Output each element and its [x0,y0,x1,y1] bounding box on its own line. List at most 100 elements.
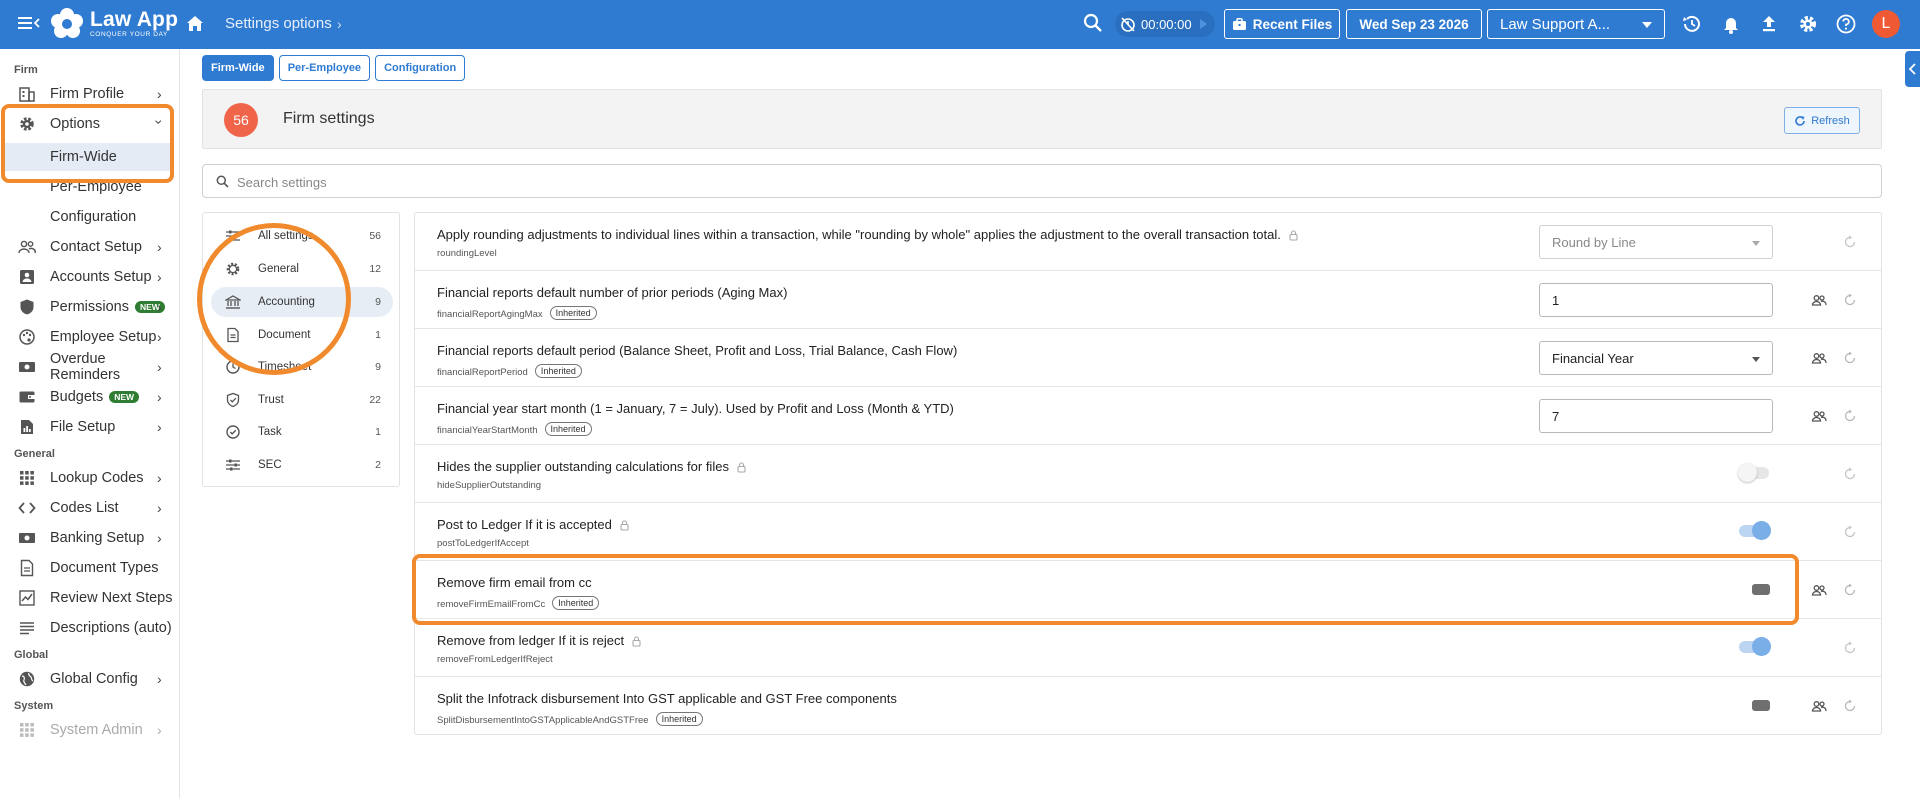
chevron-right-icon: › [157,419,162,435]
people-icon [18,240,36,254]
sidebar-item-accounts-setup[interactable]: Accounts Setup › [0,263,176,291]
people-icon[interactable] [1811,292,1827,308]
people-icon[interactable] [1811,582,1827,598]
sidebar-item-overdue-reminders[interactable]: Overdue Reminders › [0,351,176,383]
section-system: System [14,700,54,712]
sidebar-item-document-types[interactable]: Document Types [0,554,176,582]
chart-icon [19,590,35,606]
people-icon[interactable] [1811,350,1827,366]
list-icon [20,622,34,635]
app-logo[interactable]: Law App CONQUER YOUR DAY [50,6,178,42]
tab-configuration[interactable]: Configuration [375,55,466,81]
search-settings [202,164,1882,198]
help-icon[interactable] [1835,13,1857,35]
collapse-panel-tab[interactable] [1905,51,1920,87]
highlight-accounting-circle [197,223,351,375]
reset-icon[interactable] [1842,698,1858,714]
sidebar-item-codes-list[interactable]: Codes List › [0,494,176,522]
play-icon[interactable] [1200,19,1207,29]
reset-icon [1844,467,1856,480]
grid-icon [20,471,34,485]
refresh-icon [1795,115,1806,126]
app-title: Law App [90,8,179,32]
tab-per-employee[interactable]: Per-Employee [278,55,371,81]
report-period-select[interactable]: Financial Year [1539,341,1773,375]
people-icon[interactable] [1811,408,1827,424]
setting-key: financialYearStartMonth [437,425,538,436]
home-icon[interactable] [184,13,206,35]
setting-title: Apply rounding adjustments to individual… [437,227,1281,242]
setting-title: Post to Ledger If it is accepted [437,517,612,532]
globe-icon [19,671,35,687]
sidebar-item-file-setup[interactable]: File Setup › [0,413,176,441]
sidebar-item-system-admin[interactable]: System Admin › [0,716,176,744]
bell-icon[interactable] [1720,13,1742,35]
sidebar-item-employee-setup[interactable]: Employee Setup › [0,323,176,351]
sidebar-subitem-configuration[interactable]: Configuration [5,203,170,231]
reset-icon[interactable] [1842,292,1858,308]
upload-icon[interactable] [1758,13,1780,35]
remove-from-ledger-toggle [1739,637,1771,656]
people-icon[interactable] [1811,698,1827,714]
split-disbursement-toggle[interactable] [1752,700,1770,711]
recent-files-button[interactable]: Recent Files [1224,9,1340,39]
aging-max-input[interactable]: 1 [1539,283,1773,317]
gear-icon[interactable] [1797,13,1819,35]
breadcrumb-chevron-icon: › [337,16,342,32]
role-select[interactable]: Law Support A... [1487,9,1665,39]
setting-key: removeFromLedgerIfReject [437,654,553,665]
search-input[interactable] [237,172,837,192]
chevron-right-icon: › [157,269,162,285]
timer-widget[interactable]: 00:00:00 [1115,11,1215,37]
firm-settings-header: 56 Firm settings Refresh [202,89,1882,149]
reset-icon [1844,641,1856,654]
reset-icon[interactable] [1842,350,1858,366]
settings-tabs: Firm-Wide Per-Employee Configuration [202,55,466,81]
year-start-month-input[interactable]: 7 [1539,399,1773,433]
sidebar-item-banking-setup[interactable]: Banking Setup › [0,524,176,552]
setting-key: SplitDisbursementIntoGSTApplicableAndGST… [437,715,649,726]
wallet-icon [19,391,35,403]
chevron-right-icon: › [157,86,162,102]
setting-row: Financial reports default period (Balanc… [415,329,1881,387]
chevron-right-icon: › [157,530,162,546]
chevron-right-icon: › [157,389,162,405]
lock-icon [1289,230,1298,241]
reset-icon[interactable] [1842,408,1858,424]
timer-value: 00:00:00 [1141,16,1192,32]
setting-title: Financial reports default period (Balanc… [437,343,958,358]
setting-key: financialReportAgingMax [437,309,543,320]
category-sec[interactable]: SEC 2 [211,450,393,480]
tab-firm-wide[interactable]: Firm-Wide [202,55,274,81]
setting-row: Split the Infotrack disbursement Into GS… [415,677,1881,735]
chevron-right-icon: › [157,329,162,345]
shield-icon [20,299,34,315]
search-icon[interactable] [1082,12,1104,34]
setting-title: Financial reports default number of prio… [437,285,788,300]
shield-check-icon [226,392,240,408]
menu-toggle-icon[interactable] [18,14,40,32]
date-button[interactable]: Wed Sep 23 2026 [1346,9,1482,39]
user-avatar[interactable]: L [1872,10,1900,38]
sidebar-item-permissions[interactable]: Permissions NEW › [0,293,176,321]
money-icon [19,533,35,543]
code-icon [18,502,36,514]
chevron-down-icon [1752,357,1760,362]
sidebar-item-lookup-codes[interactable]: Lookup Codes › [0,464,176,492]
history-icon[interactable] [1681,13,1703,35]
reset-icon [1844,235,1856,248]
app-tagline: CONQUER YOUR DAY [90,31,168,39]
sidebar-item-descriptions-auto[interactable]: Descriptions (auto) [0,614,176,642]
category-task[interactable]: Task 1 [211,417,393,447]
settings-list: Apply rounding adjustments to individual… [414,212,1882,735]
setting-title: Financial year start month (1 = January,… [437,401,954,416]
category-trust[interactable]: Trust 22 [211,385,393,415]
file-chart-icon [21,420,33,434]
sidebar-item-budgets[interactable]: Budgets NEW › [0,383,176,411]
sidebar-item-review-next-steps[interactable]: Review Next Steps [0,584,176,612]
sidebar-item-contact-setup[interactable]: Contact Setup › [0,233,176,261]
reset-icon[interactable] [1842,582,1858,598]
sidebar-item-global-config[interactable]: Global Config › [0,665,176,693]
refresh-button[interactable]: Refresh [1784,107,1860,134]
hide-supplier-outstanding-toggle [1738,463,1769,482]
